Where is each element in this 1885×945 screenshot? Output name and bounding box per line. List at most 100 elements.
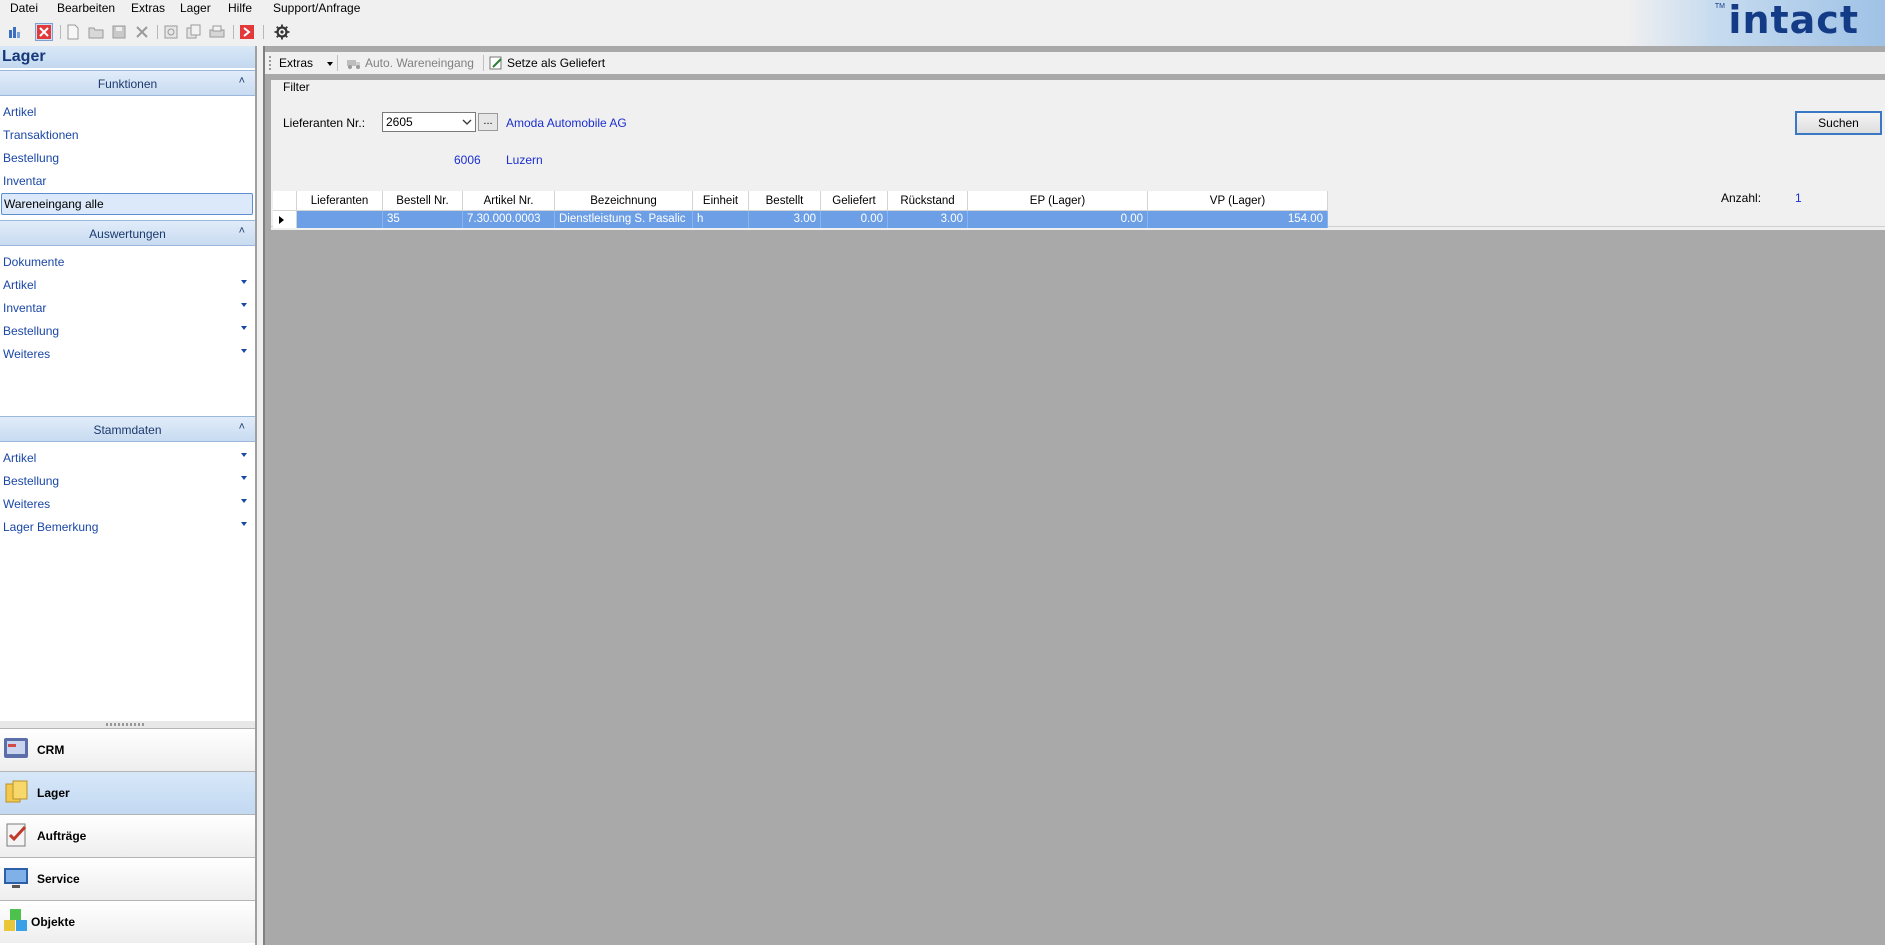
nav-label: Weiteres bbox=[3, 497, 51, 511]
section-label: Stammdaten bbox=[93, 423, 162, 437]
section-auswertungen[interactable]: Auswertungen ˄ bbox=[0, 220, 255, 246]
table-cell[interactable]: 0.00 bbox=[968, 211, 1148, 228]
module-service[interactable]: Service bbox=[0, 857, 255, 900]
auto-wareneingang-button[interactable]: Auto. Wareneingang bbox=[365, 56, 474, 70]
save-icon[interactable] bbox=[110, 23, 128, 41]
module-label: Aufträge bbox=[37, 829, 87, 843]
nav-item-bestellung-stamm[interactable]: Bestellung bbox=[0, 470, 255, 492]
nav-label: Wareneingang alle bbox=[4, 197, 104, 211]
nav-label: Lager Bemerkung bbox=[3, 520, 99, 534]
module-auftraege[interactable]: Aufträge bbox=[0, 814, 255, 857]
dropdown-arrow-icon bbox=[241, 303, 247, 307]
close-red-icon[interactable] bbox=[35, 23, 53, 41]
nav-item-weiteres-ausw[interactable]: Weiteres bbox=[0, 343, 255, 365]
nav-item-bestellung-ausw[interactable]: Bestellung bbox=[0, 320, 255, 342]
current-row-arrow-icon bbox=[279, 216, 284, 224]
browse-button[interactable]: ... bbox=[478, 113, 498, 131]
module-label: Service bbox=[37, 872, 80, 886]
panel-splitter[interactable] bbox=[0, 721, 255, 728]
nav-item-dokumente[interactable]: Dokumente bbox=[0, 251, 255, 273]
nav-item-weiteres-stamm[interactable]: Weiteres bbox=[0, 493, 255, 515]
table-cell[interactable]: 3.00 bbox=[749, 211, 821, 228]
bar-chart-icon[interactable] bbox=[6, 23, 24, 41]
column-header[interactable]: Geliefert bbox=[821, 191, 888, 211]
filter-title: Filter bbox=[283, 80, 310, 94]
nav-item-transaktionen[interactable]: Transaktionen bbox=[0, 124, 255, 146]
gear-icon[interactable] bbox=[273, 23, 291, 41]
table-cell[interactable]: 7.30.000.0003 bbox=[463, 211, 555, 228]
row-indicator[interactable] bbox=[273, 211, 297, 228]
nav-item-artikel-ausw[interactable]: Artikel bbox=[0, 274, 255, 296]
menu-bearbeiten[interactable]: Bearbeiten bbox=[57, 1, 115, 15]
module-label: Objekte bbox=[31, 915, 76, 929]
table-cell[interactable]: h bbox=[693, 211, 749, 228]
brand-tm: TM bbox=[1714, 3, 1725, 10]
column-header[interactable]: EP (Lager) bbox=[968, 191, 1148, 211]
setze-als-geliefert-button[interactable]: Setze als Geliefert bbox=[507, 56, 605, 70]
menu-lager[interactable]: Lager bbox=[180, 1, 211, 15]
column-header[interactable]: Bestellt bbox=[749, 191, 821, 211]
column-header[interactable]: Einheit bbox=[693, 191, 749, 211]
section-funktionen[interactable]: Funktionen ˄ bbox=[0, 70, 255, 96]
copy-icon[interactable] bbox=[185, 23, 203, 41]
dropdown-arrow-icon bbox=[241, 326, 247, 330]
section-stammdaten[interactable]: Stammdaten ˄ bbox=[0, 416, 255, 442]
supplier-combobox[interactable]: 2605 bbox=[382, 112, 476, 132]
module-objekte[interactable]: Objekte bbox=[0, 900, 255, 943]
exit-icon[interactable] bbox=[238, 23, 256, 41]
main-toolbar bbox=[0, 19, 1600, 45]
column-header[interactable]: Lieferanten bbox=[297, 191, 383, 211]
open-folder-icon[interactable] bbox=[87, 23, 105, 41]
column-header[interactable]: Bezeichnung bbox=[555, 191, 693, 211]
section-label: Funktionen bbox=[97, 77, 158, 91]
lager-icon bbox=[5, 780, 28, 803]
preview-icon[interactable] bbox=[162, 23, 180, 41]
nav-label: Artikel bbox=[3, 105, 37, 119]
column-header[interactable]: Artikel Nr. bbox=[463, 191, 555, 211]
edit-note-icon bbox=[489, 56, 502, 70]
nav-label: Bestellung bbox=[3, 474, 60, 488]
column-header[interactable]: Bestell Nr. bbox=[383, 191, 463, 211]
table-cell[interactable]: 35 bbox=[383, 211, 463, 228]
nav-item-bestellung[interactable]: Bestellung bbox=[0, 147, 255, 169]
nav-label: Dokumente bbox=[3, 255, 65, 269]
nav-item-wareneingang-alle[interactable]: Wareneingang alle bbox=[1, 193, 253, 215]
menu-hilfe[interactable]: Hilfe bbox=[228, 1, 252, 15]
row-header-corner bbox=[273, 191, 297, 211]
nav-item-artikel[interactable]: Artikel bbox=[0, 101, 255, 123]
new-doc-icon[interactable] bbox=[64, 23, 82, 41]
brand-banner: TM intact bbox=[1625, 0, 1885, 46]
menu-datei[interactable]: Datei bbox=[10, 1, 38, 15]
nav-item-inventar-ausw[interactable]: Inventar bbox=[0, 297, 255, 319]
print-icon[interactable] bbox=[208, 23, 226, 41]
menu-support[interactable]: Support/Anfrage bbox=[273, 1, 360, 15]
delete-icon[interactable] bbox=[133, 23, 151, 41]
nav-item-artikel-stamm[interactable]: Artikel bbox=[0, 447, 255, 469]
table-cell[interactable]: Dienstleistung S. Pasalic bbox=[555, 211, 693, 228]
module-lager[interactable]: Lager bbox=[0, 771, 255, 814]
supplier-value: 2605 bbox=[386, 115, 413, 129]
collapse-chevron-icon[interactable]: ˄ bbox=[239, 75, 245, 87]
column-header[interactable]: Rückstand bbox=[888, 191, 968, 211]
module-crm[interactable]: CRM bbox=[0, 728, 255, 771]
table-cell[interactable] bbox=[297, 211, 383, 228]
nav-label: Bestellung bbox=[3, 324, 60, 338]
supplier-name-link[interactable]: Amoda Automobile AG bbox=[506, 116, 627, 130]
table-cell[interactable]: 3.00 bbox=[888, 211, 968, 228]
table-cell[interactable]: 0.00 bbox=[821, 211, 888, 228]
module-label: CRM bbox=[37, 743, 65, 757]
content-toolbar: Extras Auto. Wareneingang Setze als Geli… bbox=[265, 52, 1885, 74]
extras-dropdown[interactable]: Extras bbox=[279, 56, 313, 70]
column-header[interactable]: VP (Lager) bbox=[1148, 191, 1328, 211]
collapse-chevron-icon[interactable]: ˄ bbox=[239, 225, 245, 237]
menu-extras[interactable]: Extras bbox=[131, 1, 165, 15]
collapse-chevron-icon[interactable]: ˄ bbox=[239, 421, 245, 433]
nav-label: Inventar bbox=[3, 301, 47, 315]
module-label: Lager bbox=[37, 786, 70, 800]
brand-logo: intact bbox=[1728, 0, 1859, 42]
nav-item-inventar[interactable]: Inventar bbox=[0, 170, 255, 192]
search-button[interactable]: Suchen bbox=[1795, 111, 1882, 135]
nav-item-lager-bemerkung[interactable]: Lager Bemerkung bbox=[0, 516, 255, 538]
table-cell[interactable]: 154.00 bbox=[1148, 211, 1328, 228]
dropdown-arrow-icon bbox=[241, 453, 247, 457]
